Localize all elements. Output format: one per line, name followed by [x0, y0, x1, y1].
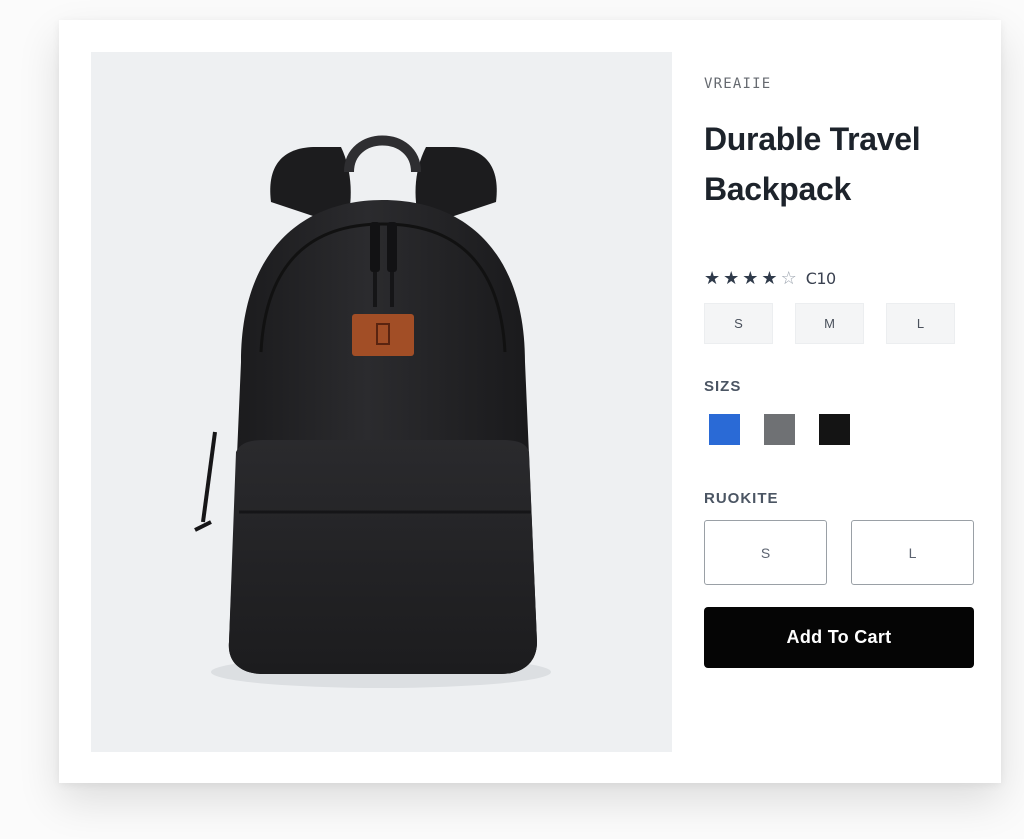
- star-icon: ★: [723, 268, 740, 288]
- size-chip-m[interactable]: M: [795, 303, 864, 344]
- options-section-label: RUOKITE: [704, 490, 779, 507]
- size-chip-l[interactable]: L: [886, 303, 955, 344]
- backpack-illustration: [194, 135, 551, 688]
- size-chips: S M L: [704, 303, 955, 344]
- color-swatch-blue[interactable]: [709, 414, 740, 445]
- color-swatch-black[interactable]: [819, 414, 850, 445]
- star-icon: ★: [761, 268, 778, 288]
- size-chip-s[interactable]: S: [704, 303, 773, 344]
- rating-count: C10: [805, 268, 837, 288]
- add-to-cart-button[interactable]: Add To Cart: [704, 607, 974, 668]
- option-button-l[interactable]: L: [851, 520, 974, 585]
- product-eyebrow: VREAIIE: [704, 76, 772, 92]
- option-button-s[interactable]: S: [704, 520, 827, 585]
- option-buttons: S L: [704, 520, 974, 585]
- product-image[interactable]: [91, 52, 672, 752]
- star-icon: ★: [704, 268, 721, 288]
- color-section-label: SIZS: [704, 378, 742, 395]
- star-outline-icon: ☆: [780, 268, 797, 288]
- star-icon: ★: [742, 268, 759, 288]
- product-title: Durable Travel Backpack: [704, 121, 921, 207]
- color-swatch-gray[interactable]: [764, 414, 795, 445]
- color-swatches: [709, 414, 850, 445]
- rating: ★ ★ ★ ★ ☆ C10: [704, 268, 836, 288]
- product-card: VREAIIE Durable Travel Backpack ★ ★ ★ ★ …: [59, 20, 1001, 783]
